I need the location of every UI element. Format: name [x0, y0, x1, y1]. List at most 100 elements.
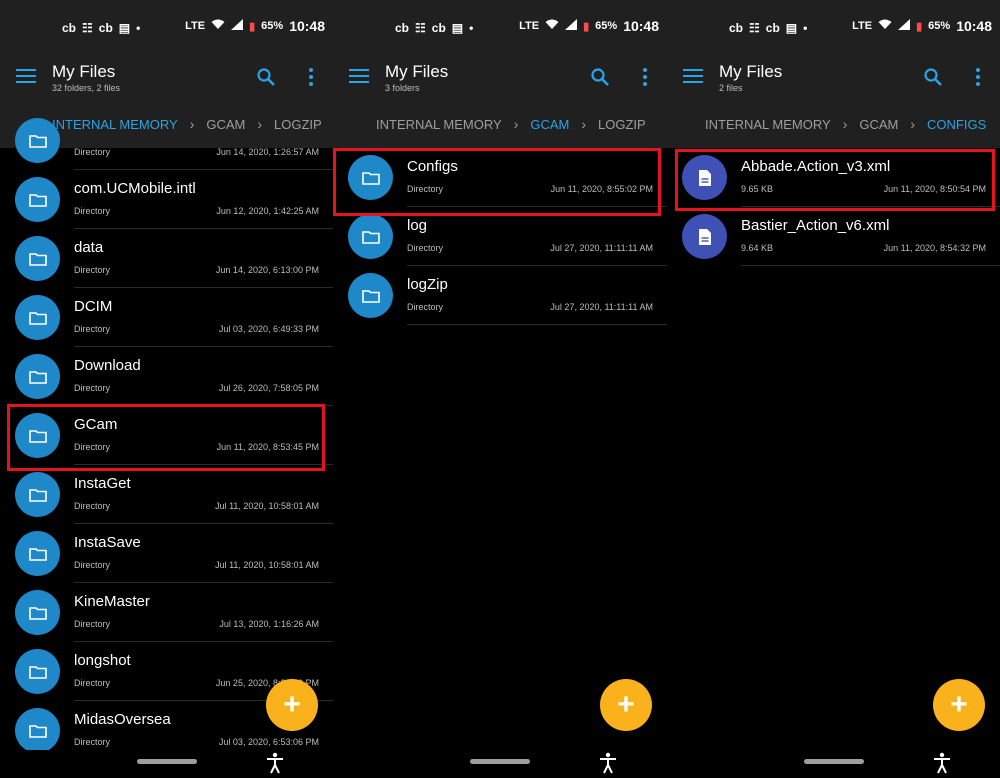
notification-icon: cb	[395, 21, 410, 35]
list-item[interactable]: com.UCMobile.intl Directory Jun 12, 2020…	[0, 170, 333, 229]
list-item[interactable]: KineMaster Directory Jul 13, 2020, 1:16:…	[0, 583, 333, 642]
breadcrumb: INTERNAL MEMORY › GCAM › CONFIGS	[667, 100, 1000, 148]
item-name: longshot	[74, 652, 131, 669]
accessibility-icon[interactable]	[932, 752, 952, 774]
wifi-icon	[878, 19, 892, 33]
status-system-icons: LTE ▮ 65% 10:48	[852, 18, 992, 34]
folder-icon	[15, 649, 60, 694]
status-bar: cb ☷ cb ▤ • LTE ▮ 65% 10:48	[667, 0, 1000, 52]
notification-icon: ☷	[415, 21, 426, 35]
status-system-icons: LTE ▮ 65% 10:48	[519, 18, 659, 34]
item-date: Jun 14, 2020, 6:13:00 PM	[215, 265, 319, 275]
notification-icon: ▤	[785, 21, 798, 35]
highlight-box	[333, 148, 661, 216]
item-date: Jun 11, 2020, 8:54:32 PM	[883, 243, 986, 253]
item-date: Jul 27, 2020, 11:11:11 AM	[550, 302, 653, 312]
home-gesture-bar[interactable]	[470, 759, 530, 764]
lte-icon: LTE	[519, 20, 540, 32]
signal-icon	[898, 19, 911, 33]
search-icon[interactable]	[591, 68, 609, 86]
clock: 10:48	[623, 18, 659, 34]
signal-icon	[565, 19, 578, 33]
list-item[interactable]: InstaGet Directory Jul 11, 2020, 10:58:0…	[0, 465, 333, 524]
item-type: Directory	[74, 560, 111, 570]
folder-icon	[348, 214, 393, 259]
item-type: Directory	[74, 678, 111, 688]
folder-icon	[15, 295, 60, 340]
status-notification-icons: cb ☷ cb ▤ •	[395, 21, 473, 35]
notification-icon: cb	[62, 21, 77, 35]
chevron-right-icon: ›	[842, 116, 848, 132]
notification-icon: •	[136, 21, 141, 35]
page-title: My Files	[385, 62, 449, 81]
search-icon[interactable]	[257, 68, 275, 86]
more-options-icon[interactable]	[643, 68, 649, 86]
folder-icon	[15, 354, 60, 399]
item-name: InstaSave	[74, 534, 141, 551]
accessibility-icon[interactable]	[598, 752, 618, 774]
file-browser-panel-root: cb ☷ cb ▤ • LTE ▮ 65% 10:48 My Files 32 …	[0, 0, 333, 778]
add-button[interactable]: +	[933, 679, 985, 731]
signal-icon	[231, 19, 244, 33]
accessibility-icon[interactable]	[265, 752, 285, 774]
menu-icon[interactable]	[683, 69, 703, 83]
notification-icon: •	[803, 21, 808, 35]
folder-icon	[15, 472, 60, 517]
status-bar: cb ☷ cb ▤ • LTE ▮ 65% 10:48	[0, 0, 333, 52]
breadcrumb: INTERNAL MEMORY › GCAM › LOGZIP	[333, 100, 667, 148]
folder-icon	[15, 118, 60, 163]
menu-icon[interactable]	[349, 69, 369, 83]
notification-icon: ☷	[749, 21, 760, 35]
list-item[interactable]: Bastier_Action_v6.xml 9.64 KB Jun 11, 20…	[667, 207, 1000, 266]
app-bar: My Files 2 files	[667, 52, 1000, 100]
item-type: Directory	[74, 383, 111, 393]
breadcrumb-internal-memory[interactable]: INTERNAL MEMORY	[376, 117, 502, 132]
lte-icon: LTE	[852, 20, 873, 32]
folder-icon	[15, 590, 60, 635]
list-item[interactable]: data Directory Jun 14, 2020, 6:13:00 PM	[0, 229, 333, 288]
folder-count: 3 folders	[385, 83, 420, 93]
item-type: Directory	[407, 302, 444, 312]
item-name: Download	[74, 357, 141, 374]
lte-icon: LTE	[185, 20, 206, 32]
more-options-icon[interactable]	[309, 68, 315, 86]
status-system-icons: LTE ▮ 65% 10:48	[185, 18, 325, 34]
breadcrumb-gcam[interactable]: GCAM	[530, 117, 569, 132]
navigation-bar	[667, 750, 1000, 778]
breadcrumb-internal-memory[interactable]: INTERNAL MEMORY	[705, 117, 831, 132]
search-icon[interactable]	[924, 68, 942, 86]
add-button[interactable]: +	[266, 679, 318, 731]
item-date: Jul 26, 2020, 7:58:05 PM	[218, 383, 319, 393]
item-name: Bastier_Action_v6.xml	[741, 217, 890, 234]
item-name: KineMaster	[74, 593, 150, 610]
breadcrumb-logzip[interactable]: LOGZIP	[598, 117, 646, 132]
item-type: Directory	[74, 265, 111, 275]
home-gesture-bar[interactable]	[136, 759, 197, 764]
add-button[interactable]: +	[600, 679, 652, 731]
more-options-icon[interactable]	[976, 68, 982, 86]
folder-icon	[15, 531, 60, 576]
list-item[interactable]: Directory Jun 14, 2020, 1:26:57 AM	[0, 111, 333, 170]
item-type: Directory	[74, 147, 111, 157]
list-item[interactable]: logZip Directory Jul 27, 2020, 11:11:11 …	[333, 266, 667, 325]
notification-icon: •	[469, 21, 474, 35]
item-type: Directory	[74, 501, 111, 511]
list-item[interactable]: DCIM Directory Jul 03, 2020, 6:49:33 PM	[0, 288, 333, 347]
item-date: Jul 11, 2020, 10:58:01 AM	[215, 501, 319, 511]
breadcrumb-gcam[interactable]: GCAM	[859, 117, 898, 132]
menu-icon[interactable]	[16, 69, 36, 83]
status-bar: cb ☷ cb ▤ • LTE ▮ 65% 10:48	[333, 0, 667, 52]
breadcrumb-configs[interactable]: CONFIGS	[927, 117, 986, 132]
chevron-right-icon: ›	[513, 116, 519, 132]
highlight-box	[7, 404, 325, 471]
home-gesture-bar[interactable]	[803, 759, 864, 764]
item-date: Jun 14, 2020, 1:26:57 AM	[216, 147, 319, 157]
notification-icon: cb	[431, 21, 446, 35]
list-item[interactable]: InstaSave Directory Jul 11, 2020, 10:58:…	[0, 524, 333, 583]
notification-icon: ▤	[451, 21, 464, 35]
item-name: MidasOversea	[74, 711, 171, 728]
list-item[interactable]: Download Directory Jul 26, 2020, 7:58:05…	[0, 347, 333, 406]
file-icon	[682, 214, 727, 259]
navigation-bar	[0, 750, 333, 778]
item-name: data	[74, 239, 104, 256]
